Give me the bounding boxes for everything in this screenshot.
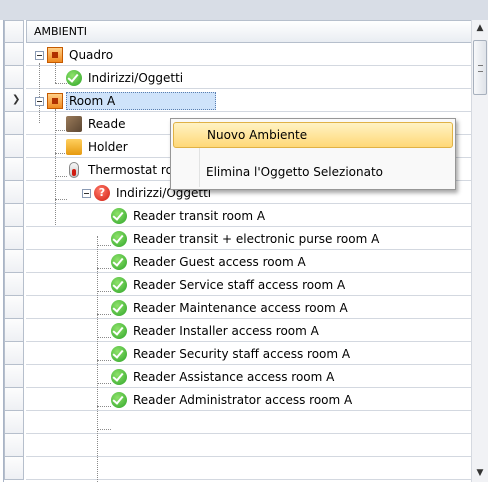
- list-item[interactable]: Reader Maintenance access room A: [111, 297, 351, 319]
- row-header[interactable]: [4, 158, 24, 181]
- tree-node-label: Reader Guest access room A: [133, 255, 306, 269]
- cell: [26, 411, 472, 434]
- thermometer-icon: [69, 162, 79, 178]
- row-header[interactable]: [4, 135, 24, 158]
- tree-node-label: Reader Administrator access room A: [133, 393, 353, 407]
- tree-node-label: Reader Service staff access room A: [133, 278, 346, 292]
- list-item[interactable]: Reader Security staff access room A: [111, 343, 353, 365]
- tree-line: [97, 314, 111, 315]
- tree-node-label: Reader transit room A: [133, 209, 266, 223]
- tree-node-quadro-addresses[interactable]: Indirizzi/Oggetti: [66, 67, 186, 89]
- green-check-icon: [111, 300, 127, 316]
- row-header[interactable]: [4, 204, 24, 227]
- list-item[interactable]: Reader transit + electronic purse room A: [111, 228, 382, 250]
- column-header-label: AMBIENTI: [34, 25, 87, 38]
- row-header[interactable]: [4, 296, 24, 319]
- tree-line: [97, 406, 111, 407]
- scroll-up-icon[interactable]: ▲: [472, 20, 488, 37]
- tree-node-room-a[interactable]: Room A: [35, 90, 217, 112]
- tree-node-label: Indirizzi/Oggetti: [88, 71, 184, 85]
- row-header[interactable]: [4, 112, 24, 135]
- tree-line: [97, 236, 98, 482]
- tree-line: [97, 383, 111, 384]
- row-header[interactable]: [4, 181, 24, 204]
- tree-node-label: Quadro: [69, 48, 114, 62]
- vertical-scrollbar[interactable]: ▲ ▼: [471, 20, 488, 482]
- collapse-icon[interactable]: [82, 188, 91, 198]
- menu-item-label: Elimina l'Oggetto Selezionato: [206, 165, 384, 179]
- corner-header: [4, 20, 24, 43]
- list-item[interactable]: Reader Installer access room A: [111, 320, 322, 342]
- row-header[interactable]: [4, 388, 24, 411]
- tree-node-reader[interactable]: Reade: [66, 113, 129, 135]
- row-header[interactable]: [4, 43, 24, 66]
- green-check-icon: [111, 277, 127, 293]
- column-header[interactable]: AMBIENTI: [26, 20, 472, 43]
- row-header[interactable]: [4, 250, 24, 273]
- scroll-down-icon[interactable]: ▼: [472, 465, 488, 482]
- tree-node-quadro[interactable]: Quadro: [35, 44, 116, 66]
- tree-line: [55, 63, 56, 83]
- list-item[interactable]: Reader transit room A: [111, 205, 268, 227]
- row-header[interactable]: [4, 365, 24, 388]
- menu-item-nuovo-ambiente[interactable]: Nuovo Ambiente: [173, 122, 453, 148]
- scroll-thumb[interactable]: [473, 40, 487, 95]
- tree-line: [97, 245, 111, 246]
- tree-node-label: Reader Assistance access room A: [133, 370, 335, 384]
- list-item[interactable]: Reader Guest access room A: [111, 251, 309, 273]
- tree-node-label: Reader Security staff access room A: [133, 347, 351, 361]
- tree-node-label-selected: Room A: [66, 92, 217, 110]
- green-check-icon: [111, 254, 127, 270]
- row-header[interactable]: [4, 66, 24, 89]
- context-menu: Nuovo Ambiente Elimina l'Oggetto Selezio…: [170, 118, 456, 190]
- card-holder-icon: [66, 139, 82, 155]
- tree-node-label: Holder: [88, 140, 128, 154]
- list-item[interactable]: Reader Administrator access room A: [111, 389, 355, 411]
- menu-item-label: Nuovo Ambiente: [207, 128, 308, 142]
- tree-line: [97, 291, 111, 292]
- row-header-current[interactable]: ❯: [4, 89, 24, 112]
- tree-node-holder[interactable]: Holder: [66, 136, 131, 158]
- row-header[interactable]: [4, 273, 24, 296]
- collapse-icon[interactable]: [35, 50, 44, 60]
- red-question-icon: ?: [94, 185, 110, 201]
- list-item[interactable]: Reader Assistance access room A: [111, 366, 337, 388]
- row-header[interactable]: [4, 319, 24, 342]
- tree-line: [97, 429, 111, 430]
- row-header-column: ❯: [4, 20, 26, 482]
- row-header[interactable]: [4, 457, 24, 480]
- top-strip: [0, 0, 488, 20]
- room-square-icon: [47, 47, 63, 63]
- list-item[interactable]: Reader Service staff access room A: [111, 274, 348, 296]
- green-check-icon: [111, 346, 127, 362]
- green-check-icon: [111, 208, 127, 224]
- tree-node-label: Reade: [88, 117, 126, 131]
- green-check-icon: [66, 70, 82, 86]
- menu-item-elimina-oggetto[interactable]: Elimina l'Oggetto Selezionato: [173, 159, 453, 185]
- green-check-icon: [111, 369, 127, 385]
- row-header[interactable]: [4, 434, 24, 457]
- green-check-icon: [111, 323, 127, 339]
- tree-node-label: Reader transit + electronic purse room A: [133, 232, 380, 246]
- tree-line: [55, 199, 67, 200]
- tree-line: [97, 337, 111, 338]
- collapse-icon[interactable]: [35, 96, 44, 106]
- row-header[interactable]: [4, 411, 24, 434]
- cell: [26, 457, 472, 480]
- green-check-icon: [111, 231, 127, 247]
- tree-node-label: Reader Installer access room A: [133, 324, 319, 338]
- tree-line: [55, 109, 56, 225]
- tree-grid: ❯ AMBIENTI Quadro Indirizzi/Oggetti Room…: [3, 20, 472, 482]
- row-header[interactable]: [4, 227, 24, 250]
- tree-node-label: Reader Maintenance access room A: [133, 301, 348, 315]
- green-check-icon: [111, 392, 127, 408]
- row-header[interactable]: [4, 342, 24, 365]
- current-row-icon: ❯: [12, 94, 21, 105]
- room-square-icon: [47, 93, 63, 109]
- tree-line: [97, 268, 111, 269]
- cell: [26, 434, 472, 457]
- reader-device-icon: [66, 116, 82, 132]
- tree-line: [97, 360, 111, 361]
